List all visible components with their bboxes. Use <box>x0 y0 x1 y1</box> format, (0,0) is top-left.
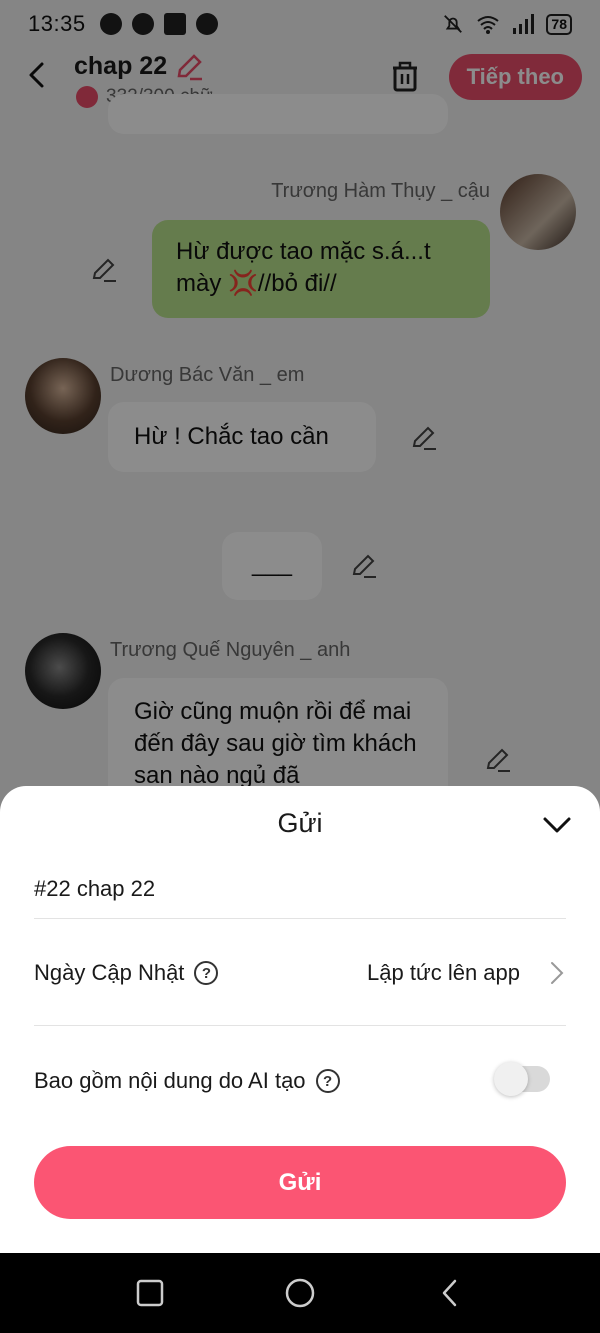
divider <box>34 1025 566 1026</box>
update-date-value[interactable]: Lập tức lên app <box>367 960 520 986</box>
circle-icon[interactable] <box>285 1278 315 1308</box>
chapter-info: #22 chap 22 <box>34 876 156 901</box>
ai-content-label: Bao gồm nội dung do AI tạo <box>34 1068 306 1093</box>
sheet-title: Gửi <box>277 808 323 838</box>
help-icon[interactable]: ? <box>194 961 219 985</box>
ai-content-toggle[interactable] <box>494 1062 550 1096</box>
square-icon[interactable] <box>135 1278 165 1308</box>
ai-content-row: Bao gồm nội dung do AI tạo ? <box>34 1068 340 1094</box>
toggle-knob <box>494 1062 528 1096</box>
system-nav-bar <box>0 1253 600 1333</box>
chevron-right-icon[interactable] <box>546 960 566 986</box>
send-button[interactable]: Gửi <box>34 1146 566 1219</box>
divider <box>34 918 566 919</box>
publish-sheet: Gửi #22 chap 22 Ngày Cập Nhật ? Lập tức … <box>0 786 600 1253</box>
triangle-back-icon[interactable] <box>436 1278 466 1308</box>
help-icon[interactable]: ? <box>315 1069 340 1093</box>
update-date-row[interactable]: Ngày Cập Nhật ? <box>34 960 219 986</box>
chevron-down-icon[interactable] <box>540 808 574 842</box>
screen: 13:35 78 chap 22 332/300 chữ Tiếp theo T… <box>0 0 600 1253</box>
update-date-label: Ngày Cập Nhật <box>34 960 185 985</box>
